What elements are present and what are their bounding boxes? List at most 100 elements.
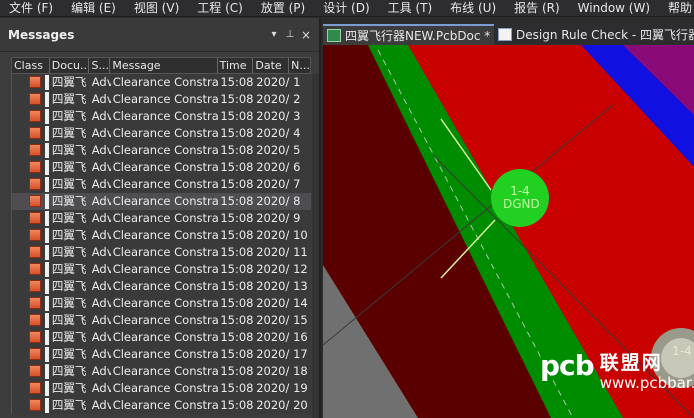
close-icon[interactable]: ×: [299, 28, 313, 42]
source-cell: Adv: [91, 92, 111, 106]
table-row[interactable]: 四翼飞 AdvClearance Constraint15:08:2020/320: [11, 397, 311, 414]
message-cell: Clearance Constraint: [112, 126, 219, 140]
table-row[interactable]: 四翼飞 AdvClearance Constraint15:08:2020/312: [11, 261, 311, 278]
time-cell: 15:08:: [220, 381, 255, 395]
menu-item[interactable]: 工程 (C): [187, 0, 251, 16]
violation-icon: [29, 246, 41, 258]
time-cell: 15:08:: [220, 177, 255, 191]
time-cell: 15:08:: [220, 296, 255, 310]
class-cell: [12, 363, 50, 380]
date-cell: 2020/3: [256, 143, 290, 157]
table-row[interactable]: 四翼飞 AdvClearance Constraint15:08:2020/34: [11, 125, 311, 142]
column-header-class[interactable]: Class: [12, 58, 50, 73]
document-cell: 四翼飞: [51, 262, 87, 276]
number-cell: 2: [293, 92, 301, 106]
pad-net-label: 1-4 DGND: [503, 185, 540, 211]
menu-item[interactable]: 放置 (P): [251, 0, 313, 16]
menu-item[interactable]: 视图 (V): [124, 0, 187, 16]
message-cell: Clearance Constraint: [112, 160, 219, 174]
row-marker: [45, 381, 49, 396]
watermark-url: www.pcbbar.com: [599, 374, 694, 392]
date-cell: 2020/3: [256, 194, 290, 208]
number-cell: 12: [293, 262, 308, 276]
class-cell: [12, 74, 50, 91]
document-cell: 四翼飞: [51, 228, 87, 242]
table-row[interactable]: 四翼飞 AdvClearance Constraint15:08:2020/36: [11, 159, 311, 176]
row-marker: [45, 330, 49, 345]
table-row[interactable]: 四翼飞 AdvClearance Constraint15:08:2020/38: [11, 193, 311, 210]
scrollbar[interactable]: [312, 74, 319, 418]
row-marker: [45, 194, 49, 209]
violation-icon: [29, 399, 41, 411]
table-row[interactable]: 四翼飞 AdvClearance Constraint15:08:2020/33: [11, 108, 311, 125]
document-cell: 四翼飞: [51, 211, 87, 225]
class-cell: [12, 278, 50, 295]
table-row[interactable]: 四翼飞 AdvClearance Constraint15:08:2020/317: [11, 346, 311, 363]
menu-item[interactable]: 报告 (R): [504, 0, 568, 16]
menu-item[interactable]: 设计 (D): [313, 0, 377, 16]
time-cell: 15:08:: [220, 398, 255, 412]
date-cell: 2020/3: [256, 109, 290, 123]
tab-pcb-document[interactable]: 四翼飞行器NEW.PcbDoc *: [323, 24, 494, 45]
document-cell: 四翼飞: [51, 177, 87, 191]
time-cell: 15:08:: [220, 279, 255, 293]
watermark-name: 联盟网: [599, 352, 663, 374]
number-cell: 9: [293, 211, 301, 225]
message-cell: Clearance Constraint: [112, 228, 219, 242]
time-cell: 15:08:: [220, 211, 255, 225]
row-marker: [45, 262, 49, 277]
document-cell: 四翼飞: [51, 143, 87, 157]
tab-design-rule-check[interactable]: Design Rule Check - 四翼飞行器NEW: [494, 24, 694, 45]
document-cell: 四翼飞: [51, 364, 87, 378]
table-row[interactable]: 四翼飞 AdvClearance Constraint15:08:2020/310: [11, 227, 311, 244]
source-cell: Adv: [91, 75, 111, 89]
document-cell: 四翼飞: [51, 330, 87, 344]
number-cell: 16: [293, 330, 308, 344]
date-cell: 2020/3: [256, 177, 290, 191]
pin-icon[interactable]: ⊥: [283, 29, 297, 40]
source-cell: Adv: [91, 296, 111, 310]
table-row[interactable]: 四翼飞 AdvClearance Constraint15:08:2020/318: [11, 363, 311, 380]
table-row[interactable]: 四翼飞 AdvClearance Constraint15:08:2020/316: [11, 329, 311, 346]
table-row[interactable]: 四翼飞 AdvClearance Constraint15:08:2020/32: [11, 91, 311, 108]
row-marker: [45, 313, 49, 328]
table-row[interactable]: 四翼飞 AdvClearance Constraint15:08:2020/314: [11, 295, 311, 312]
table-row[interactable]: 四翼飞 AdvClearance Constraint15:08:2020/37: [11, 176, 311, 193]
violation-icon: [29, 331, 41, 343]
date-cell: 2020/3: [256, 330, 290, 344]
message-cell: Clearance Constraint: [112, 262, 219, 276]
class-cell: [12, 380, 50, 397]
column-header-number[interactable]: N...: [289, 58, 310, 73]
column-header-message[interactable]: Message: [110, 58, 218, 73]
document-cell: 四翼飞: [51, 245, 87, 259]
column-header-document[interactable]: Docu...: [50, 58, 90, 73]
source-cell: Adv: [91, 330, 111, 344]
table-row[interactable]: 四翼飞 AdvClearance Constraint15:08:2020/319: [11, 380, 311, 397]
violation-icon: [29, 212, 41, 224]
class-cell: [12, 176, 50, 193]
time-cell: 15:08:: [220, 75, 255, 89]
column-header-source[interactable]: S...: [89, 58, 111, 73]
number-cell: 7: [293, 177, 301, 191]
time-cell: 15:08:: [220, 126, 255, 140]
table-row[interactable]: 四翼飞 AdvClearance Constraint15:08:2020/313: [11, 278, 311, 295]
document-cell: 四翼飞: [51, 194, 87, 208]
document-cell: 四翼飞: [51, 347, 87, 361]
column-header-date[interactable]: Date: [253, 58, 290, 73]
menu-item[interactable]: 文件 (F): [0, 0, 61, 16]
table-row[interactable]: 四翼飞 AdvClearance Constraint15:08:2020/311: [11, 244, 311, 261]
table-row[interactable]: 四翼飞 AdvClearance Constraint15:08:2020/35: [11, 142, 311, 159]
table-row[interactable]: 四翼飞 AdvClearance Constraint15:08:2020/39: [11, 210, 311, 227]
row-marker: [45, 279, 49, 294]
menu-item[interactable]: 工具 (T): [378, 0, 441, 16]
menu-item[interactable]: 布线 (U): [440, 0, 504, 16]
violation-icon: [29, 161, 41, 173]
menu-item[interactable]: Window (W): [568, 0, 658, 16]
column-header-time[interactable]: Time: [218, 58, 254, 73]
document-cell: 四翼飞: [51, 313, 87, 327]
menu-item[interactable]: 编辑 (E): [61, 0, 124, 16]
table-row[interactable]: 四翼飞 AdvClearance Constraint15:08:2020/315: [11, 312, 311, 329]
table-row[interactable]: 四翼飞 AdvClearance Constraint15:08:2020/31: [11, 74, 311, 91]
menu-item[interactable]: 帮助 (H): [658, 0, 694, 16]
panel-menu-icon[interactable]: ▾: [267, 29, 281, 40]
